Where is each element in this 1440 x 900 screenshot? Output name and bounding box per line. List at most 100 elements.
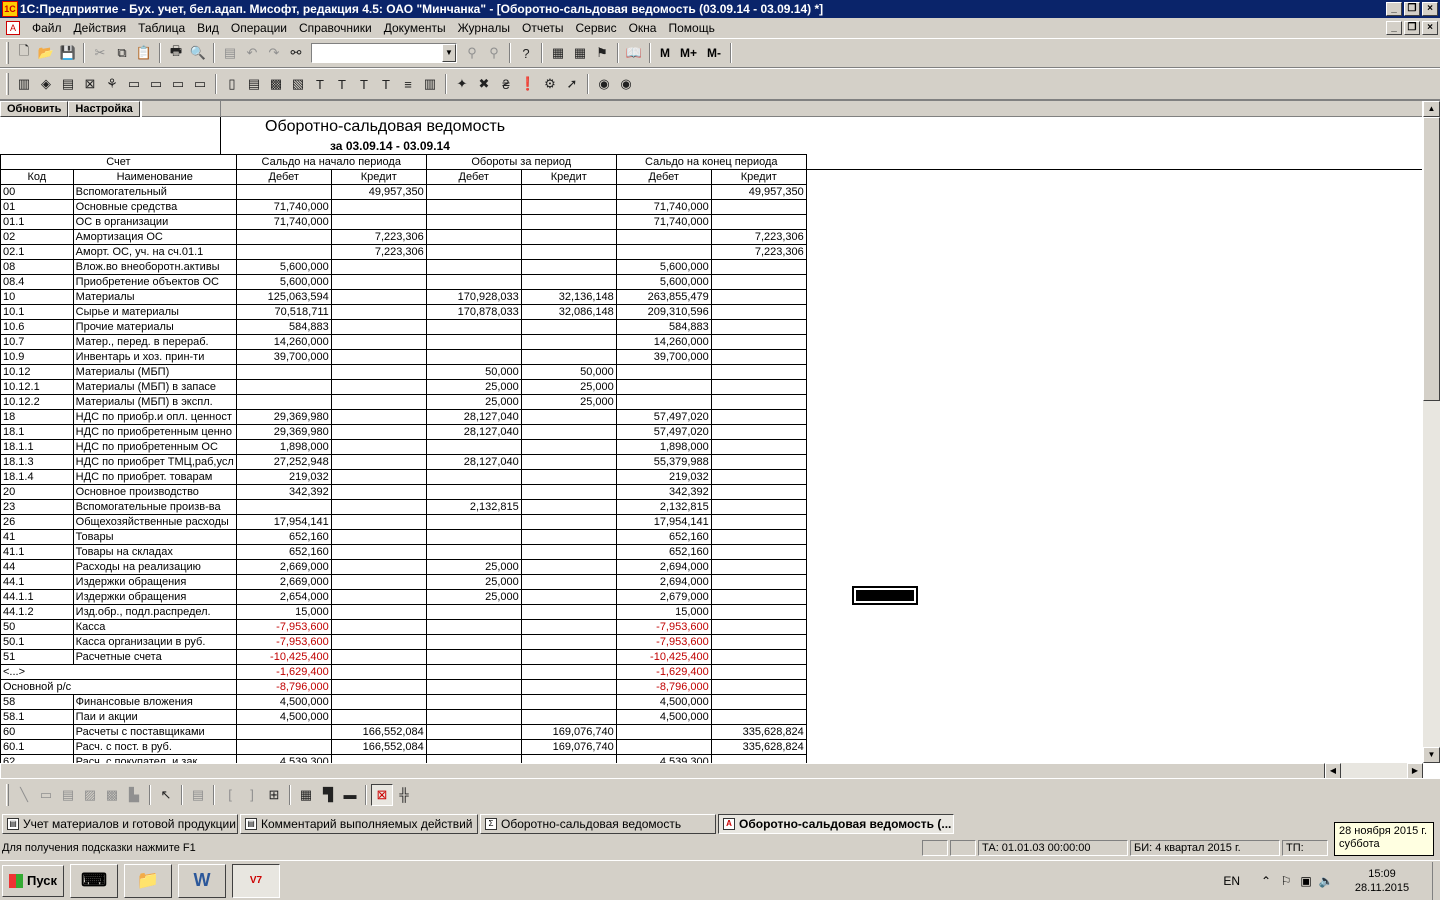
clock[interactable]: 15:09 28.11.2015: [1346, 867, 1418, 895]
find-next-icon[interactable]: ⚲: [461, 42, 483, 64]
show-desktop-button[interactable]: [1432, 861, 1440, 900]
upload-icon[interactable]: ➚: [561, 73, 583, 95]
paste-icon[interactable]: 📋: [133, 42, 155, 64]
toolbar-grip[interactable]: [6, 42, 9, 64]
undo-icon[interactable]: ↶: [241, 42, 263, 64]
doc-minimize-button[interactable]: _: [1386, 21, 1402, 35]
open-folder-icon[interactable]: 📂: [35, 42, 57, 64]
find-binoculars-icon[interactable]: ⚯: [285, 42, 307, 64]
book-icon[interactable]: 📖: [623, 42, 645, 64]
memory-mminus-button[interactable]: M-: [702, 46, 726, 60]
report-t2-icon[interactable]: T: [331, 73, 353, 95]
menu-operations[interactable]: Операции: [225, 21, 293, 35]
tab-turnover-balance-report[interactable]: A Оборотно-сальдовая ведомость (...: [718, 814, 954, 834]
close-button[interactable]: ×: [1422, 2, 1438, 16]
table-row[interactable]: 44.1.1 Издержки обращения 2,654,000 25,000 2…: [0, 589, 807, 605]
tools-icon[interactable]: ✖: [473, 73, 495, 95]
ole-object-icon[interactable]: ▩: [101, 784, 123, 806]
internet-icon[interactable]: ◉: [615, 73, 637, 95]
minimize-button[interactable]: _: [1386, 2, 1402, 16]
vertical-scroll-thumb[interactable]: [1423, 117, 1440, 401]
report-t4-icon[interactable]: T: [375, 73, 397, 95]
document-journal-icon[interactable]: ⊠: [79, 73, 101, 95]
manual-operation-icon[interactable]: ⚘: [101, 73, 123, 95]
table-row[interactable]: 02 Амортизация ОС 7,223,306 7,223,306: [0, 229, 807, 245]
table-row[interactable]: 18.1.3 НДС по приобрет ТМЦ,раб,усл 27,252,…: [0, 454, 807, 470]
info-icon[interactable]: ❗: [517, 73, 539, 95]
pointer-icon[interactable]: ↖: [155, 784, 177, 806]
menu-file[interactable]: Файл: [26, 21, 68, 35]
report-analysis-icon[interactable]: ▧: [287, 73, 309, 95]
align-icon[interactable]: ▤: [187, 784, 209, 806]
line-icon[interactable]: ╲: [13, 784, 35, 806]
chevron-down-icon[interactable]: ▼: [442, 44, 456, 62]
table-row[interactable]: 58 Финансовые вложения 4,500,000 4,500,000: [0, 694, 807, 710]
toolbar-grip[interactable]: [6, 73, 9, 95]
help-question-icon[interactable]: ?: [515, 42, 537, 64]
restore-button[interactable]: ❐: [1404, 2, 1420, 16]
table-row[interactable]: <...> -1,629,400 -1,629,400: [0, 664, 807, 680]
table-row[interactable]: 26 Общехозяйственные расходы 17,954,141 17,…: [0, 514, 807, 530]
picture-icon[interactable]: ▨: [79, 784, 101, 806]
menu-help[interactable]: Помощь: [662, 21, 720, 35]
table-row[interactable]: 08 Влож.во внеоборотн.активы 5,600,000 5,60…: [0, 259, 807, 275]
table-row[interactable]: 20 Основное производство 342,392 342,392: [0, 484, 807, 500]
bracket-close-icon[interactable]: ]: [241, 784, 263, 806]
tray-expand-icon[interactable]: ⌃: [1256, 874, 1276, 888]
tab-turnover-balance-settings[interactable]: Σ Оборотно-сальдовая ведомость: [480, 814, 716, 834]
menu-service[interactable]: Сервис: [569, 21, 622, 35]
memory-m-button[interactable]: M: [655, 46, 675, 60]
globe-icon[interactable]: ◉: [593, 73, 615, 95]
doc-restore-button[interactable]: ❐: [1404, 21, 1420, 35]
invoice-icon[interactable]: ▭: [189, 73, 211, 95]
refresh-button[interactable]: Обновить: [0, 101, 69, 117]
menu-references[interactable]: Справочники: [293, 21, 378, 35]
journal-icon[interactable]: ⚑: [591, 42, 613, 64]
print-icon[interactable]: 🖶: [165, 42, 187, 64]
table-row[interactable]: 10.12.1 Материалы (МБП) в запасе 25,000 25,…: [0, 379, 807, 395]
cut-icon[interactable]: ✂: [89, 42, 111, 64]
menu-windows[interactable]: Окна: [623, 21, 663, 35]
table-row[interactable]: 23 Вспомогательные произв-ва 2,132,815 2,13…: [0, 499, 807, 515]
doc-close-button[interactable]: ×: [1422, 21, 1438, 35]
window-titlebar[interactable]: 1С 1С:Предприятие - Бух. учет, бел.адап.…: [0, 0, 1440, 18]
action-center-flag-icon[interactable]: ⚐: [1276, 874, 1296, 888]
table-row[interactable]: 50 Касса -7,953,600 -7,953,600: [0, 619, 807, 635]
menu-reports[interactable]: Отчеты: [516, 21, 569, 35]
scroll-up-icon[interactable]: ▲: [1423, 101, 1440, 117]
start-button[interactable]: Пуск: [2, 864, 64, 897]
tab-materials-accounting[interactable]: ▤ Учет материалов и готовой продукции ..…: [2, 814, 238, 834]
tab-actions-comment[interactable]: ▤ Комментарий выполняемых действий: [240, 814, 478, 834]
taskbar-word-icon[interactable]: W: [178, 863, 226, 898]
report-chart-icon[interactable]: ▥: [419, 73, 441, 95]
table-row[interactable]: 18.1 НДС по приобретенным ценно 29,369,980…: [0, 424, 807, 440]
table-row[interactable]: 00 Вспомогательный 49,957,350 49,957,350: [0, 184, 807, 200]
properties-icon[interactable]: ▤: [219, 42, 241, 64]
chart-of-accounts-icon[interactable]: ▥: [13, 73, 35, 95]
menu-actions[interactable]: Действия: [68, 21, 133, 35]
taskbar-1c-icon[interactable]: V7: [232, 863, 280, 898]
volume-icon[interactable]: 🔈: [1316, 874, 1336, 888]
report-chess-icon[interactable]: ▩: [265, 73, 287, 95]
table-row[interactable]: 60 Расчеты с поставщиками 166,552,084 169,0…: [0, 724, 807, 740]
scroll-right-icon[interactable]: ▶: [1407, 763, 1423, 779]
print-preview-icon[interactable]: 🔍: [187, 42, 209, 64]
menu-journals[interactable]: Журналы: [452, 21, 516, 35]
search-combo[interactable]: ▼: [311, 43, 457, 63]
cash-receipt-icon[interactable]: ▭: [145, 73, 167, 95]
report-t-icon[interactable]: T: [309, 73, 331, 95]
report-account-card-icon[interactable]: ▤: [243, 73, 265, 95]
postings-journal-icon[interactable]: ▤: [57, 73, 79, 95]
table-row[interactable]: 10.12.2 Материалы (МБП) в экспл. 25,000 25,…: [0, 394, 807, 410]
taskbar-explorer-folder-icon[interactable]: 📁: [124, 863, 172, 898]
calculator-icon[interactable]: ▦: [547, 42, 569, 64]
network-icon[interactable]: ▣: [1296, 874, 1316, 888]
diagram-icon[interactable]: ▙: [123, 784, 145, 806]
table-row[interactable]: 10.7 Матер., перед. в перераб. 14,260,000 1…: [0, 334, 807, 350]
horizontal-scroll-thumb[interactable]: [0, 763, 1325, 779]
table-row[interactable]: 60.1 Расч. с пост. в руб. 166,552,084 169,0…: [0, 739, 807, 755]
memory-mplus-button[interactable]: M+: [675, 46, 702, 60]
new-document-icon[interactable]: 🗋: [13, 42, 35, 64]
report-balance-icon[interactable]: ▯: [221, 73, 243, 95]
table-row[interactable]: 44.1.2 Изд.обр., подл.распредел. 15,000 15,…: [0, 604, 807, 620]
